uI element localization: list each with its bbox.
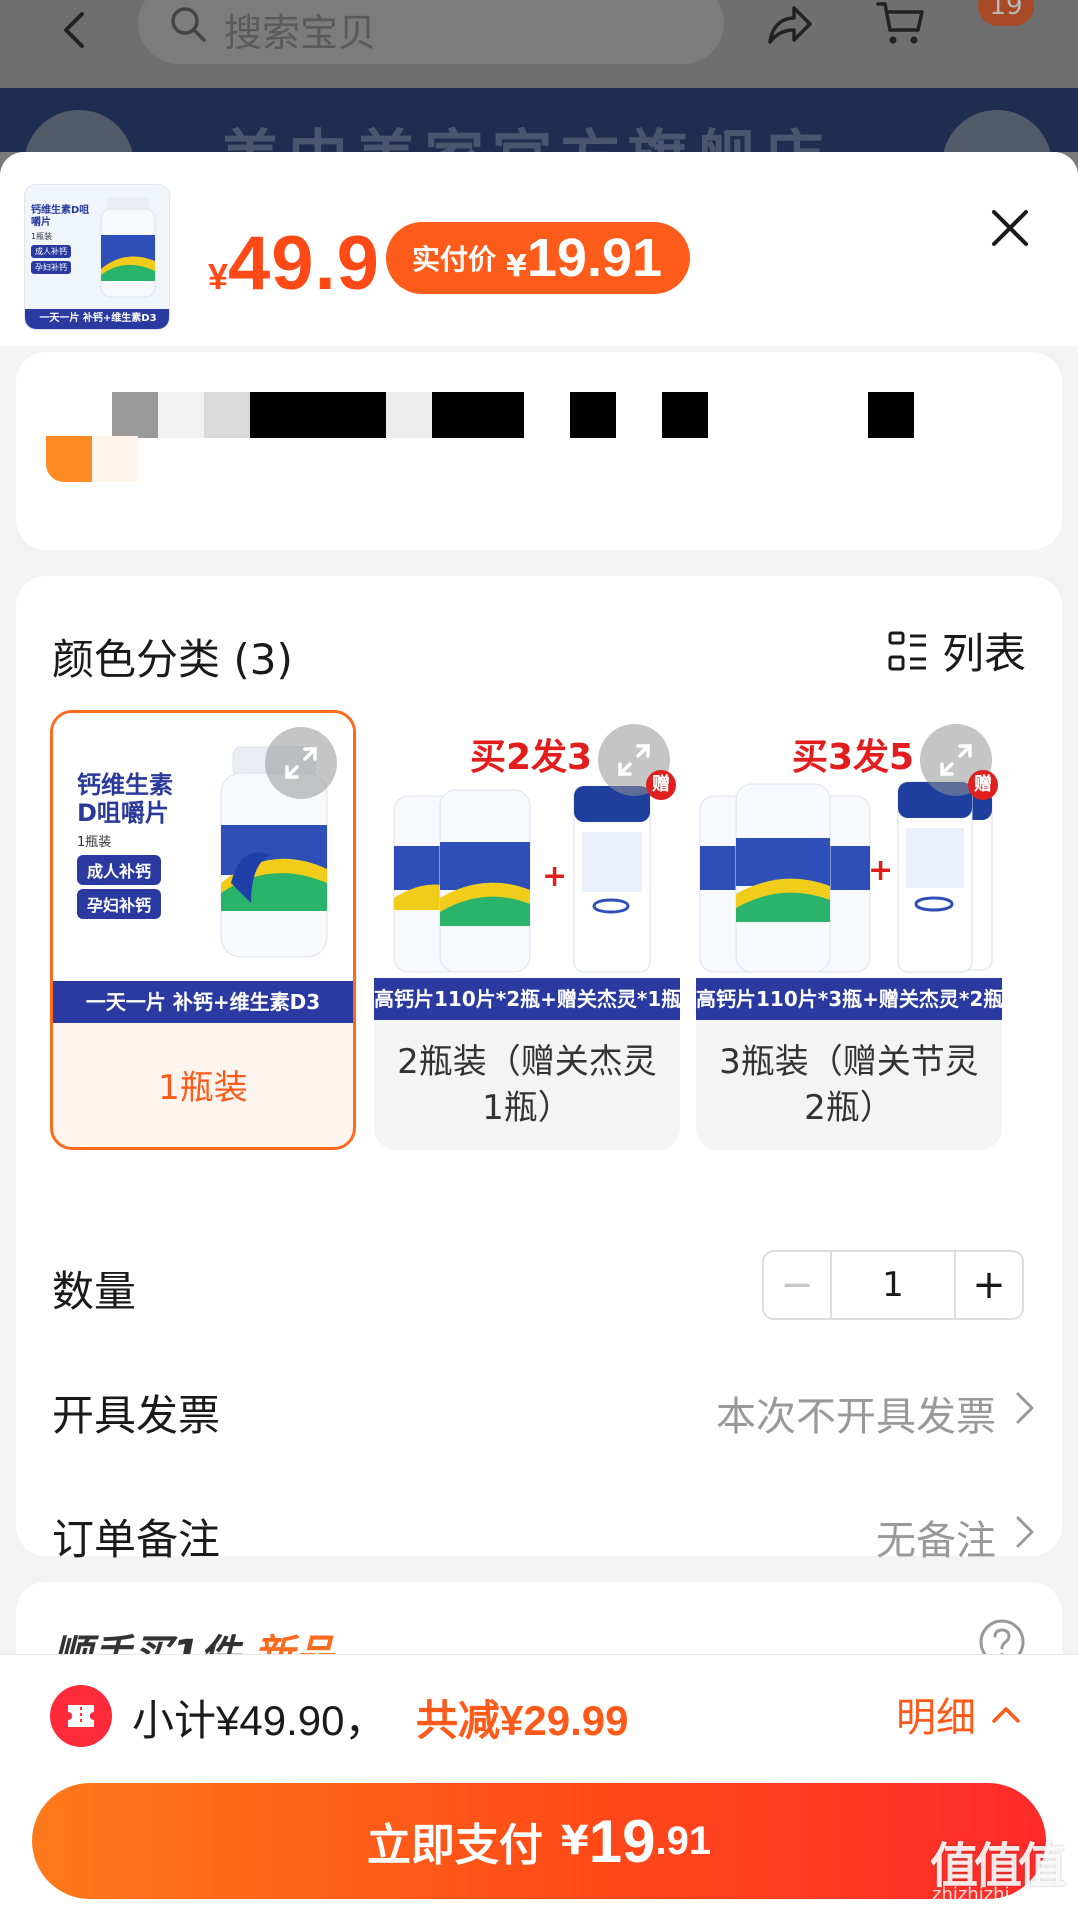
paid-price-label: 实付价 bbox=[412, 243, 497, 276]
paid-price-amount: ¥19.91 bbox=[506, 227, 662, 289]
variant-label: 1瓶装 bbox=[158, 1068, 248, 1108]
variant-image-tag-pregnant: 孕妇补钙 bbox=[77, 889, 162, 919]
price-value: 49.9 bbox=[228, 221, 380, 306]
chevron-right-icon bbox=[1016, 1516, 1034, 1548]
close-icon[interactable] bbox=[984, 202, 1036, 254]
quantity-decrease-button[interactable]: − bbox=[764, 1252, 830, 1318]
pay-amount-decimal: .91 bbox=[655, 1818, 712, 1863]
bottle-image bbox=[100, 197, 156, 298]
pay-amount-integer: 19 bbox=[588, 1807, 656, 1875]
thumb-title: 钙维生素D咀嚼片 bbox=[31, 205, 90, 228]
variant-image-sub: 1瓶装 bbox=[77, 835, 112, 850]
promotion-card bbox=[16, 352, 1062, 550]
variant-strip: 高钙片110片*3瓶+赠关杰灵*2瓶 bbox=[696, 978, 1002, 1020]
share-icon[interactable] bbox=[764, 2, 814, 48]
variant-promo-tag: 买3发5 bbox=[792, 737, 915, 778]
sku-selection-sheet: 钙维生素D咀嚼片 1瓶装 成人补钙 孕妇补钙 一天一片 补钙+维生素D3 ¥49… bbox=[0, 152, 1078, 1908]
list-price: ¥49.9 bbox=[208, 220, 380, 307]
redacted-block bbox=[570, 392, 616, 438]
product-thumbnail[interactable]: 钙维生素D咀嚼片 1瓶装 成人补钙 孕妇补钙 一天一片 补钙+维生素D3 bbox=[24, 184, 170, 330]
variant-option-1[interactable]: 钙维生素D咀嚼片 1瓶装 成人补钙 孕妇补钙 一天一片 补钙+维生素D3 1瓶装 bbox=[50, 710, 356, 1150]
price-detail-button[interactable]: 明细 bbox=[896, 1685, 1022, 1743]
bottles-image: + bbox=[393, 786, 651, 973]
gift-badge: 赠 bbox=[968, 770, 998, 800]
site-watermark: 值值值 zhizhizhi.com bbox=[926, 1826, 1076, 1906]
redacted-block bbox=[112, 392, 158, 438]
quantity-stepper: − 1 + bbox=[762, 1250, 1024, 1320]
list-view-toggle[interactable]: 列表 bbox=[888, 620, 1026, 681]
redacted-block bbox=[432, 392, 524, 438]
top-nav-bar: 搜索宝贝 19 bbox=[0, 0, 1078, 88]
store-avatar bbox=[24, 110, 134, 152]
back-arrow-icon[interactable] bbox=[56, 10, 96, 50]
variant-option-2[interactable]: 买2发3 + 赠 高钙片110片*2瓶+赠关杰灵*1瓶 2瓶装（赠关杰灵1瓶） bbox=[374, 710, 680, 1150]
thumb-tag-pregnant: 孕妇补钙 bbox=[31, 261, 71, 274]
variant-option-3[interactable]: 买3发5 + 赠 高钙片110片*3瓶+赠关杰灵*2瓶 3瓶装（赠关节灵2瓶） bbox=[696, 710, 1002, 1150]
store-banner-text: 美中美家官方旗舰店 bbox=[220, 110, 832, 152]
pay-now-label: 立即支付 bbox=[366, 1820, 543, 1871]
cart-count-badge: 19 bbox=[978, 0, 1034, 26]
subtotal-text: 小计¥49.90， bbox=[132, 1697, 387, 1744]
discount-total-text: 共减¥29.99 bbox=[416, 1697, 629, 1744]
expand-image-icon[interactable] bbox=[265, 727, 337, 799]
variant-image-title: 钙维生素D咀嚼片 bbox=[77, 771, 173, 827]
variant-label: 3瓶装（赠关节灵2瓶） bbox=[719, 1042, 979, 1128]
variant-promo-tag: 买2发3 bbox=[470, 737, 593, 778]
sheet-header: 钙维生素D咀嚼片 1瓶装 成人补钙 孕妇补钙 一天一片 补钙+维生素D3 ¥49… bbox=[0, 152, 1078, 346]
actual-paid-price-pill: 实付价 ¥19.91 bbox=[386, 222, 691, 294]
search-input[interactable]: 搜索宝贝 bbox=[138, 0, 724, 64]
paid-price-value: 19.91 bbox=[526, 228, 663, 288]
list-view-label: 列表 bbox=[942, 629, 1027, 678]
quantity-label: 数量 bbox=[52, 1267, 137, 1316]
invoice-value: 本次不开具发票 bbox=[716, 1394, 996, 1440]
options-card: 颜色分类 (3) 列表 钙维生素D咀嚼片 1瓶装 成人补钙 孕妇补钙 一天一片 … bbox=[16, 576, 1062, 1564]
thumb-tag-adult: 成人补钙 bbox=[31, 245, 71, 258]
svg-text:+: + bbox=[542, 859, 567, 894]
color-category-title: 颜色分类 (3) bbox=[52, 635, 293, 684]
remark-value: 无备注 bbox=[876, 1518, 996, 1564]
gift-badge: 赠 bbox=[646, 770, 676, 800]
variant-strip: 一天一片 补钙+维生素D3 bbox=[53, 981, 353, 1023]
redacted-block bbox=[250, 392, 386, 438]
variant-image-tag-adult: 成人补钙 bbox=[77, 855, 162, 885]
price-currency: ¥ bbox=[208, 256, 229, 297]
variant-strip: 高钙片110片*2瓶+赠关杰灵*1瓶 bbox=[374, 978, 680, 1020]
promo-orange-block bbox=[46, 436, 92, 482]
redacted-block bbox=[204, 392, 250, 438]
redacted-block bbox=[868, 392, 914, 438]
chevron-up-icon bbox=[992, 1707, 1020, 1723]
thumb-strip: 一天一片 补钙+维生素D3 bbox=[25, 309, 169, 329]
watermark-url: zhizhizhi.com bbox=[932, 1884, 1054, 1905]
checkout-bar: 小计¥49.90， 共减¥29.99 明细 立即支付 ¥ 19 .91 bbox=[0, 1654, 1078, 1908]
thumb-sub: 1瓶装 bbox=[31, 232, 53, 241]
variant-label: 2瓶装（赠关杰灵1瓶） bbox=[397, 1042, 657, 1128]
chevron-right-icon bbox=[1016, 1392, 1034, 1424]
store-follow-circle bbox=[942, 110, 1052, 152]
redacted-block bbox=[158, 392, 204, 438]
promo-light-block bbox=[92, 436, 138, 482]
svg-text:+: + bbox=[868, 853, 893, 888]
redacted-block bbox=[386, 392, 432, 438]
search-placeholder: 搜索宝贝 bbox=[224, 11, 377, 55]
list-view-icon bbox=[888, 631, 926, 670]
pay-currency: ¥ bbox=[560, 1818, 589, 1864]
coupon-icon[interactable] bbox=[50, 1685, 112, 1747]
paid-price-currency: ¥ bbox=[506, 249, 527, 284]
remark-label: 订单备注 bbox=[52, 1515, 221, 1564]
cart-icon[interactable] bbox=[876, 0, 924, 46]
bottles-image: + bbox=[699, 781, 993, 973]
pay-now-button[interactable]: 立即支付 ¥ 19 .91 bbox=[32, 1783, 1046, 1899]
redacted-block bbox=[662, 392, 708, 438]
search-icon bbox=[171, 7, 206, 42]
quantity-value[interactable]: 1 bbox=[830, 1252, 956, 1318]
quantity-increase-button[interactable]: + bbox=[956, 1252, 1022, 1318]
store-banner: 美中美家官方旗舰店 bbox=[0, 88, 1078, 152]
price-detail-label: 明细 bbox=[896, 1695, 976, 1741]
invoice-label: 开具发票 bbox=[52, 1391, 221, 1440]
